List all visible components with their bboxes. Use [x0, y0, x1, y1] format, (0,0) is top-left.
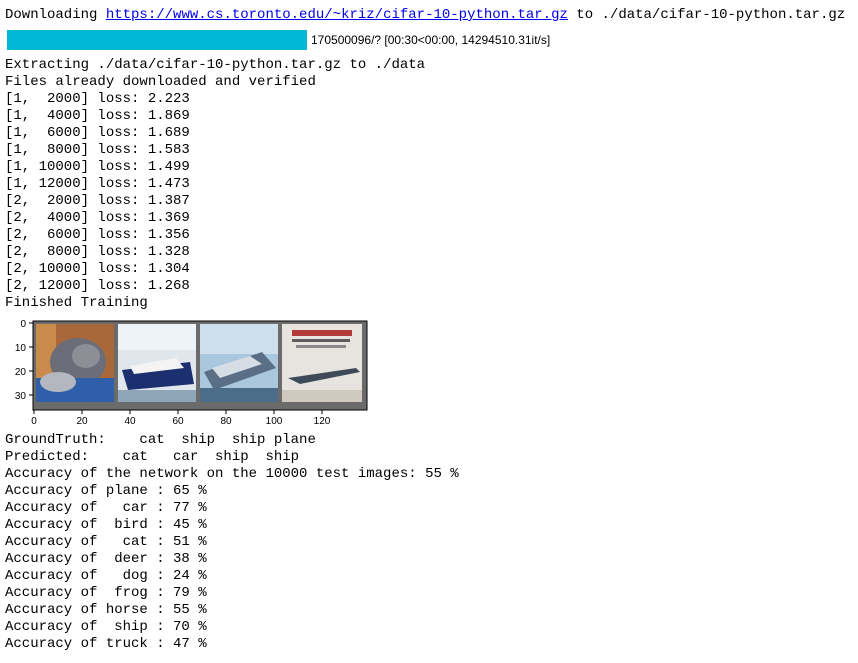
log-line: [1, 2000] loss: 2.223 — [5, 91, 190, 107]
log-line: [1, 6000] loss: 1.689 — [5, 125, 190, 141]
x-tick-label: 60 — [172, 416, 184, 427]
x-tick-label: 0 — [31, 416, 37, 427]
x-tick-label: 120 — [314, 416, 331, 427]
download-line: Downloading https://www.cs.toronto.edu/~… — [5, 7, 845, 24]
x-tick-label: 80 — [220, 416, 232, 427]
log-line: [2, 6000] loss: 1.356 — [5, 227, 190, 243]
result-line: Accuracy of the network on the 10000 tes… — [5, 466, 459, 482]
progress-status-text: 170500096/? [00:30<00:00, 14294510.31it/… — [311, 33, 551, 47]
download-progress-bar — [7, 30, 307, 50]
result-line: Accuracy of cat : 51 % — [5, 534, 207, 550]
log-line: [2, 2000] loss: 1.387 — [5, 193, 190, 209]
result-line: Accuracy of bird : 45 % — [5, 517, 207, 533]
y-tick-label: 30 — [15, 391, 27, 402]
log-line: [2, 10000] loss: 1.304 — [5, 261, 190, 277]
result-line: Accuracy of frog : 79 % — [5, 585, 207, 601]
result-line: Accuracy of dog : 24 % — [5, 568, 207, 584]
log-line: [2, 12000] loss: 1.268 — [5, 278, 190, 294]
result-line: GroundTruth: cat ship ship plane — [5, 432, 316, 448]
x-tick-label: 20 — [76, 416, 88, 427]
download-prefix: Downloading — [5, 7, 106, 23]
log-line: [2, 8000] loss: 1.328 — [5, 244, 190, 260]
result-line: Accuracy of plane : 65 % — [5, 483, 207, 499]
download-suffix: to ./data/cifar-10-python.tar.gz — [567, 7, 846, 23]
log-line: Finished Training — [5, 295, 148, 311]
log-line: Extracting ./data/cifar-10-python.tar.gz… — [5, 57, 426, 73]
y-tick-label: 10 — [15, 343, 27, 354]
x-tick-label: 100 — [266, 416, 283, 427]
result-line: Predicted: cat car ship ship — [5, 449, 300, 465]
y-axis-ticks: 0 10 20 30 — [15, 319, 33, 402]
log-line: [1, 10000] loss: 1.499 — [5, 159, 190, 175]
log-line: [1, 12000] loss: 1.473 — [5, 176, 190, 192]
log-line: [2, 4000] loss: 1.369 — [5, 210, 190, 226]
cat-image — [36, 324, 114, 402]
x-tick-label: 40 — [124, 416, 136, 427]
y-tick-label: 0 — [20, 319, 26, 330]
log-line: Files already downloaded and verified — [5, 74, 316, 90]
result-line: Accuracy of truck : 47 % — [5, 636, 207, 652]
log-line: [1, 4000] loss: 1.869 — [5, 108, 190, 124]
download-url-link[interactable]: https://www.cs.toronto.edu/~kriz/cifar-1… — [106, 7, 568, 23]
result-line: Accuracy of ship : 70 % — [5, 619, 207, 635]
log-line: [1, 8000] loss: 1.583 — [5, 142, 190, 158]
result-line: Accuracy of deer : 38 % — [5, 551, 207, 567]
x-axis-ticks: 0 20 40 60 80 100 120 — [31, 410, 331, 427]
plane-image — [282, 324, 362, 402]
ship-image-1 — [118, 324, 196, 402]
y-tick-label: 20 — [15, 367, 27, 378]
result-line: Accuracy of car : 77 % — [5, 500, 207, 516]
ship-image-2 — [200, 324, 278, 402]
result-line: Accuracy of horse : 55 % — [5, 602, 207, 618]
training-log: Extracting ./data/cifar-10-python.tar.gz… — [5, 57, 425, 312]
evaluation-results: GroundTruth: cat ship ship plane Predicte… — [5, 432, 459, 653]
image-grid-plot: 0 20 40 60 80 100 120 0 10 20 30 — [15, 319, 368, 427]
